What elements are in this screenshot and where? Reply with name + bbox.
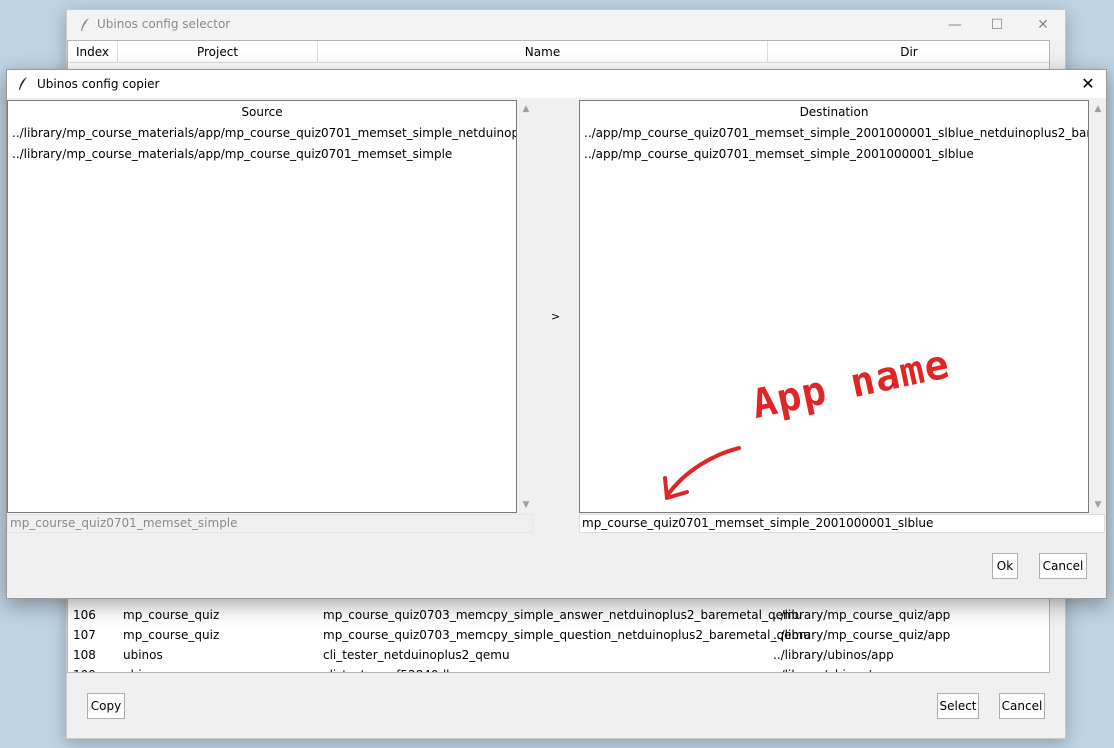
table-row[interactable]: 109 ubinos cli_tester_nrf52840dk ../libr… (68, 665, 1049, 672)
maximize-icon[interactable]: ☐ (981, 14, 1013, 36)
row-dir: ../library/ubinos/app (773, 665, 894, 672)
row-index: 107 (73, 628, 96, 642)
config-selector-titlebar[interactable]: Ubinos config selector — ☐ ✕ (67, 10, 1065, 40)
copy-arrow-icon: > (551, 310, 561, 323)
table-row[interactable]: 106 mp_course_quiz mp_course_quiz0703_me… (68, 605, 1049, 625)
destination-list-item[interactable]: ../app/mp_course_quiz0701_memset_simple_… (580, 123, 1088, 144)
scroll-up-icon[interactable]: ▲ (1091, 102, 1105, 116)
row-name: cli_tester_nrf52840dk (323, 665, 453, 672)
scroll-up-icon[interactable]: ▲ (519, 102, 533, 116)
destination-scrollbar[interactable]: ▲ ▼ (1091, 100, 1105, 513)
row-name: cli_tester_netduinoplus2_qemu (323, 648, 510, 662)
row-index: 108 (73, 648, 96, 662)
minimize-icon[interactable]: — (939, 14, 971, 36)
row-project: mp_course_quiz (123, 628, 220, 642)
source-scrollbar[interactable]: ▲ ▼ (519, 100, 533, 513)
table-row[interactable]: 107 mp_course_quiz mp_course_quiz0703_me… (68, 625, 1049, 645)
source-list-item[interactable]: ../library/mp_course_materials/app/mp_co… (8, 144, 516, 165)
app-name-input[interactable]: mp_course_quiz0701_memset_simple_2001000… (579, 514, 1105, 533)
row-dir: ../library/mp_course_quiz/app (773, 628, 951, 642)
cancel-button[interactable]: Cancel (999, 693, 1045, 719)
destination-header: Destination (799, 105, 869, 119)
config-selector-title: Ubinos config selector (97, 17, 231, 31)
column-header-project[interactable]: Project (118, 41, 318, 63)
feather-icon (79, 17, 91, 36)
row-project: ubinos (123, 648, 163, 662)
column-header-index[interactable]: Index (68, 41, 118, 63)
destination-list-item[interactable]: ../app/mp_course_quiz0701_memset_simple_… (580, 144, 1088, 165)
scroll-down-icon[interactable]: ▼ (1091, 498, 1105, 512)
row-index: 109 (73, 665, 96, 672)
copy-button[interactable]: Copy (87, 693, 125, 719)
row-name: mp_course_quiz0703_memcpy_simple_answer_… (323, 608, 803, 622)
row-dir: ../library/ubinos/app (773, 648, 894, 662)
source-name-field: mp_course_quiz0701_memset_simple (7, 514, 533, 533)
config-copier-title: Ubinos config copier (37, 77, 160, 91)
copier-cancel-button[interactable]: Cancel (1039, 553, 1087, 579)
ok-button[interactable]: Ok (992, 553, 1018, 579)
row-project: ubinos (123, 665, 163, 672)
row-name: mp_course_quiz0703_memcpy_simple_questio… (323, 628, 811, 642)
source-header: Source (241, 105, 283, 119)
annotation-arrow-icon (663, 446, 741, 500)
table-row[interactable]: 108 ubinos cli_tester_netduinoplus2_qemu… (68, 645, 1049, 665)
config-copier-window: Ubinos config copier ✕ Source ../library… (6, 69, 1107, 599)
source-listbox[interactable]: Source ../library/mp_course_materials/ap… (7, 100, 517, 513)
column-header-name[interactable]: Name (318, 41, 768, 63)
column-header-dir[interactable]: Dir (768, 41, 1049, 63)
select-button[interactable]: Select (937, 693, 979, 719)
source-list-item[interactable]: ../library/mp_course_materials/app/mp_co… (8, 123, 516, 144)
feather-icon (17, 76, 29, 95)
close-icon[interactable]: ✕ (1076, 73, 1100, 95)
row-project: mp_course_quiz (123, 608, 220, 622)
row-index: 106 (73, 608, 96, 622)
scroll-down-icon[interactable]: ▼ (519, 498, 533, 512)
config-copier-titlebar[interactable]: Ubinos config copier ✕ (7, 70, 1106, 98)
close-icon[interactable]: ✕ (1027, 14, 1059, 36)
row-dir: ../library/mp_course_quiz/app (773, 608, 951, 622)
